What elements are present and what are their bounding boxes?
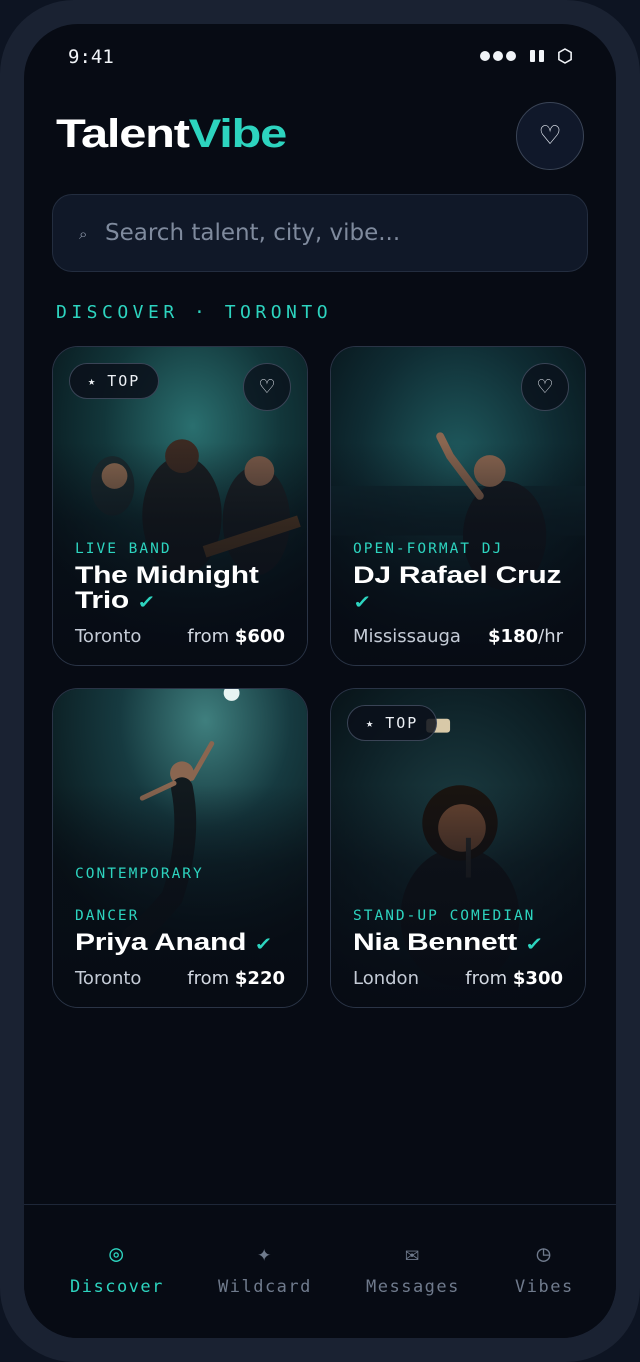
card-meta: Mississauga $180/hr <box>353 626 563 647</box>
tab-label: Discover <box>70 1277 164 1297</box>
hexagon-icon <box>558 48 572 64</box>
verified-check-icon: ✓ <box>254 934 273 955</box>
search-icon: ⌕ <box>79 225 88 243</box>
pause-icon <box>530 50 544 62</box>
price-amount: $220 <box>234 968 285 989</box>
talent-name-text: Priya Anand <box>75 929 247 957</box>
talent-name-text: The Midnight Trio <box>75 562 259 615</box>
talent-city: Toronto <box>75 626 142 647</box>
talent-name: The Midnight Trio ✓ <box>75 562 285 615</box>
app-screen: 9:41 TalentVibe ♡ ⌕ DISCOVER · TORONTO <box>24 24 616 1338</box>
talent-price: from $300 <box>465 968 563 989</box>
bottom-tab-bar: ◎ Discover ✦ Wildcard ✉ Messages ◷ Vibes <box>24 1204 616 1338</box>
heart-outline-icon: ♡ <box>536 376 554 398</box>
card-meta: London from $300 <box>353 968 563 989</box>
status-time: 9:41 <box>68 46 114 68</box>
star-icon: ★ <box>366 716 376 730</box>
price-prefix: from <box>187 626 235 647</box>
talent-name: Priya Anand ✓ <box>75 929 285 957</box>
section-title: DISCOVER · TORONTO <box>56 302 333 323</box>
card-meta: Toronto from $220 <box>75 968 285 989</box>
price-prefix: from <box>187 968 235 989</box>
top-badge: ★ TOP <box>347 705 438 741</box>
tab-messages[interactable]: ✉ Messages <box>366 1239 460 1297</box>
brand-part2: Vibe <box>188 112 288 156</box>
card-favorite-button[interactable]: ♡ <box>521 363 569 411</box>
tab-label: Wildcard <box>218 1277 312 1297</box>
price-prefix: from <box>465 968 513 989</box>
price-amount: $600 <box>234 626 285 647</box>
talent-card[interactable]: ★ TOP ♡ LIVE BAND The Midnight Trio ✓ Tor… <box>52 346 308 666</box>
tab-vibes[interactable]: ◷ Vibes <box>515 1239 574 1297</box>
talent-city: Toronto <box>75 968 142 989</box>
star-icon: ★ <box>88 374 98 388</box>
talent-price: $180/hr <box>488 626 563 647</box>
phone-frame: 9:41 TalentVibe ♡ ⌕ DISCOVER · TORONTO <box>0 0 640 1362</box>
card-info: OPEN-FORMAT DJ DJ Rafael Cruz ✓ Mississa… <box>353 539 563 647</box>
heart-outline-icon: ♡ <box>538 121 562 151</box>
tab-label: Messages <box>366 1277 460 1297</box>
card-favorite-button[interactable]: ♡ <box>243 363 291 411</box>
card-info: STAND-UP COMEDIAN Nia Bennett ✓ London f… <box>353 906 563 989</box>
search-bar[interactable]: ⌕ <box>52 194 588 272</box>
envelope-icon: ✉ <box>405 1241 421 1267</box>
status-icons <box>480 48 572 64</box>
tab-discover[interactable]: ◎ Discover <box>70 1239 164 1297</box>
card-info: LIVE BAND The Midnight Trio ✓ Toronto fr… <box>75 539 285 647</box>
talent-category: DANCER <box>75 908 140 925</box>
brand-logo: TalentVibe <box>56 112 288 157</box>
heart-outline-icon: ♡ <box>258 376 276 398</box>
target-icon: ◎ <box>109 1241 125 1267</box>
verified-check-icon: ✓ <box>353 592 372 613</box>
talent-name-text: DJ Rafael Cruz <box>353 562 562 590</box>
talent-category: LIVE BAND <box>75 541 172 558</box>
talent-category <box>75 885 285 906</box>
signal-icon <box>480 51 516 61</box>
tab-wildcard[interactable]: ✦ Wildcard <box>218 1239 312 1297</box>
talent-category: CONTEMPORARY <box>75 866 204 883</box>
search-input[interactable] <box>105 220 545 246</box>
card-info: CONTEMPORARY DANCER Priya Anand ✓ Toront… <box>75 864 285 989</box>
sparkle-icon: ✦ <box>257 1241 273 1267</box>
talent-name-text: Nia Bennett <box>353 929 517 957</box>
favorites-button[interactable]: ♡ <box>516 102 584 170</box>
brand-part1: Talent <box>56 112 190 156</box>
talent-card[interactable]: CONTEMPORARY DANCER Priya Anand ✓ Toront… <box>52 688 308 1008</box>
card-meta: Toronto from $600 <box>75 626 285 647</box>
top-badge: ★ TOP <box>69 363 160 399</box>
price-amount: $300 <box>512 968 563 989</box>
badge-label: TOP <box>107 372 141 390</box>
talent-price: from $600 <box>187 626 285 647</box>
talent-category: OPEN-FORMAT DJ <box>353 541 504 558</box>
badge-label: TOP <box>385 714 419 732</box>
talent-category: STAND-UP COMEDIAN <box>353 908 536 925</box>
verified-check-icon: ✓ <box>525 934 544 955</box>
talent-city: London <box>353 968 419 989</box>
talent-city: Mississauga <box>353 626 461 647</box>
price-amount: $180 <box>488 626 539 647</box>
clock-icon: ◷ <box>536 1241 553 1267</box>
verified-check-icon: ✓ <box>137 592 156 613</box>
tab-label: Vibes <box>515 1277 574 1297</box>
talent-card[interactable]: ★ TOP STAND-UP COMEDIAN Nia Bennett ✓ Lon… <box>330 688 586 1008</box>
talent-price: from $220 <box>187 968 285 989</box>
talent-card[interactable]: ♡ OPEN-FORMAT DJ DJ Rafael Cruz ✓ Missis… <box>330 346 586 666</box>
talent-name: Nia Bennett ✓ <box>353 929 563 957</box>
price-suffix: /hr <box>538 626 563 647</box>
talent-name: DJ Rafael Cruz ✓ <box>353 562 563 614</box>
